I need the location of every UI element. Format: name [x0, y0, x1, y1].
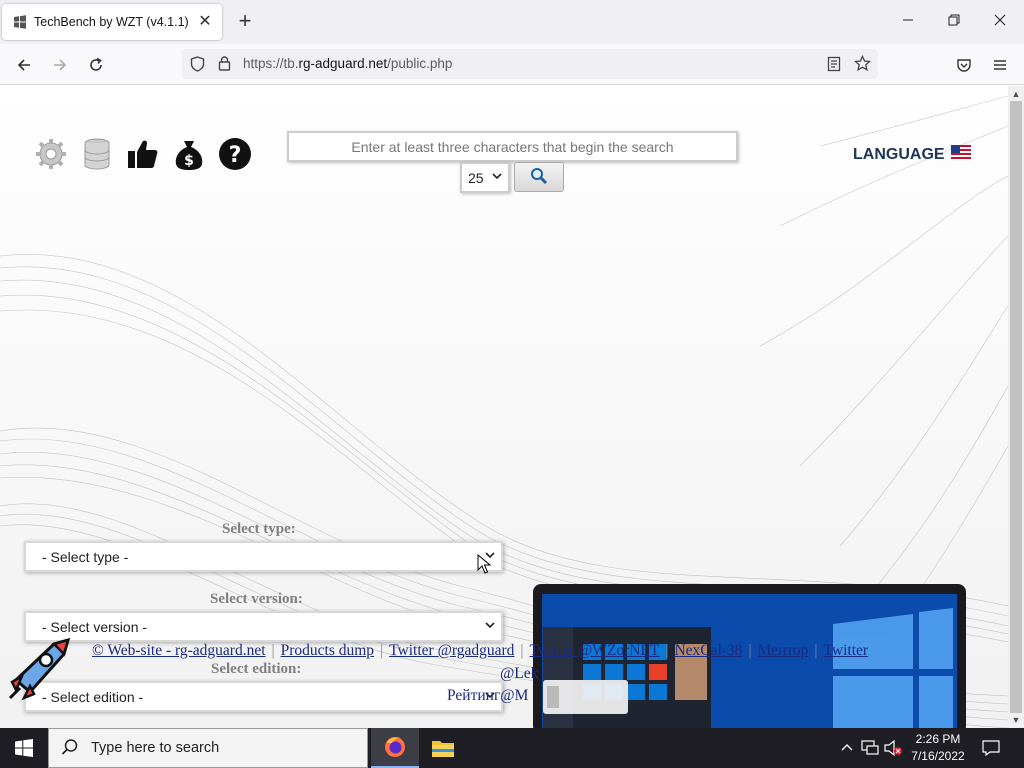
show-hidden-icons-chevron-up-icon[interactable] [838, 739, 856, 757]
results-count-select[interactable]: 25 [460, 162, 510, 193]
volume-muted-icon[interactable] [884, 739, 902, 757]
separator: | [271, 642, 275, 659]
twitter-wzornet-link[interactable]: Twitter @WZorNET [530, 642, 660, 659]
select-type-label: Select type: [222, 521, 296, 537]
magnifier-icon [530, 167, 548, 188]
back-button[interactable] [12, 53, 36, 77]
reader-view-icon[interactable] [827, 56, 841, 75]
start-button[interactable] [0, 728, 48, 768]
nexcal-link[interactable]: NexCal-38 [674, 642, 742, 659]
page-content: $ ? 25 LANGUAGE Select type: - Select ty… [0, 86, 1008, 728]
folder-icon [432, 741, 454, 757]
taskbar-file-explorer-button[interactable] [419, 728, 467, 768]
taskbar-clock[interactable]: 2:26 PM 7/16/2022 [902, 731, 974, 765]
lek-handle-link[interactable]: @Lek [500, 665, 538, 683]
help-question-icon[interactable]: ? [218, 136, 252, 172]
clock-date: 7/16/2022 [911, 749, 965, 763]
scroll-down-icon[interactable]: ▼ [1011, 715, 1021, 725]
select-edition-label: Select edition: [211, 661, 302, 677]
rocket-mascot-icon [8, 637, 71, 701]
close-tab-icon[interactable]: ✕ [196, 13, 214, 31]
separator: | [748, 642, 752, 659]
us-flag-icon [950, 145, 971, 164]
tab-bar: TechBench by WZT (v4.1.1) ✕ + [0, 0, 1024, 44]
navigation-bar: https://tb.rg-adguard.net/public.php [0, 44, 1024, 85]
windows-favicon-icon [12, 14, 28, 30]
browser-tab[interactable]: TechBench by WZT (v4.1.1) ✕ [2, 4, 222, 40]
search-input[interactable] [287, 131, 738, 162]
windows-taskbar: Type here to search 2:26 PM 7/16/2022 [0, 728, 1024, 768]
restore-icon[interactable] [944, 12, 964, 32]
new-tab-button[interactable]: + [234, 10, 256, 33]
select-edition-dropdown[interactable]: - Select edition - [24, 681, 503, 712]
close-window-icon[interactable] [990, 12, 1010, 32]
taskbar-search-text: Type here to search [91, 740, 220, 756]
separator: | [814, 642, 818, 659]
results-count-value: 25 [468, 169, 484, 186]
money-bag-icon[interactable]: $ [172, 136, 206, 172]
twitter-lek-link[interactable]: Twitter [824, 642, 869, 659]
thumbs-up-icon[interactable] [126, 136, 160, 172]
bookmark-star-icon[interactable] [853, 54, 872, 75]
separator: | [520, 642, 524, 659]
menu-hamburger-icon[interactable] [988, 53, 1012, 77]
url-text: https://tb.rg-adguard.net/public.php [243, 56, 453, 71]
select-version-value: - Select version - [42, 618, 148, 635]
minimize-icon[interactable] [898, 12, 918, 32]
select-version-dropdown[interactable]: - Select version - [24, 611, 503, 642]
svg-text:?: ? [229, 143, 242, 168]
separator: | [665, 642, 669, 659]
select-type-value: - Select type - [42, 548, 129, 565]
network-icon[interactable] [861, 739, 879, 757]
rating-link[interactable]: Рейтинг@M [447, 687, 528, 705]
notifications-icon[interactable] [982, 739, 1000, 757]
footer-links: © Web-site - rg-adguard.net | Products dum… [92, 640, 992, 662]
reload-button[interactable] [84, 53, 108, 77]
products-dump-link[interactable]: Products dump [281, 642, 374, 659]
taskbar-firefox-button[interactable] [371, 728, 419, 768]
twitter-rgadguard-link[interactable]: Twitter @rgadguard [389, 642, 514, 659]
windows-logo-icon [15, 739, 33, 757]
select-type-dropdown[interactable]: - Select type - [24, 541, 503, 572]
mentor-link[interactable]: Ментор [758, 642, 809, 659]
forward-button[interactable] [48, 53, 72, 77]
settings-gear-icon[interactable] [34, 136, 68, 172]
page-scrollbar[interactable]: ▲ ▼ [1008, 86, 1024, 728]
tracking-protection-shield-icon[interactable] [190, 56, 205, 75]
website-link[interactable]: © Web-site - rg-adguard.net [92, 642, 266, 659]
tab-title: TechBench by WZT (v4.1.1) [34, 15, 189, 29]
mouse-cursor-icon [477, 554, 491, 574]
language-selector[interactable]: LANGUAGE [853, 145, 971, 164]
chevron-down-icon [492, 171, 502, 184]
search-button[interactable] [514, 162, 564, 192]
taskbar-search-box[interactable]: Type here to search [48, 728, 368, 768]
firefox-icon [385, 737, 405, 757]
toolbar-icons: $ ? [34, 136, 252, 172]
language-label: LANGUAGE [853, 145, 945, 163]
lock-icon[interactable] [218, 56, 231, 74]
scroll-thumb[interactable] [1010, 101, 1022, 713]
clock-time: 2:26 PM [915, 732, 961, 746]
url-bar[interactable]: https://tb.rg-adguard.net/public.php [182, 49, 878, 79]
separator: | [380, 642, 384, 659]
pocket-icon[interactable] [952, 53, 976, 77]
database-icon[interactable] [80, 136, 114, 172]
svg-text:$: $ [184, 153, 194, 169]
select-version-label: Select version: [210, 591, 303, 607]
scroll-up-icon[interactable]: ▲ [1011, 89, 1021, 99]
search-icon [61, 738, 79, 759]
chevron-down-icon [485, 620, 495, 633]
